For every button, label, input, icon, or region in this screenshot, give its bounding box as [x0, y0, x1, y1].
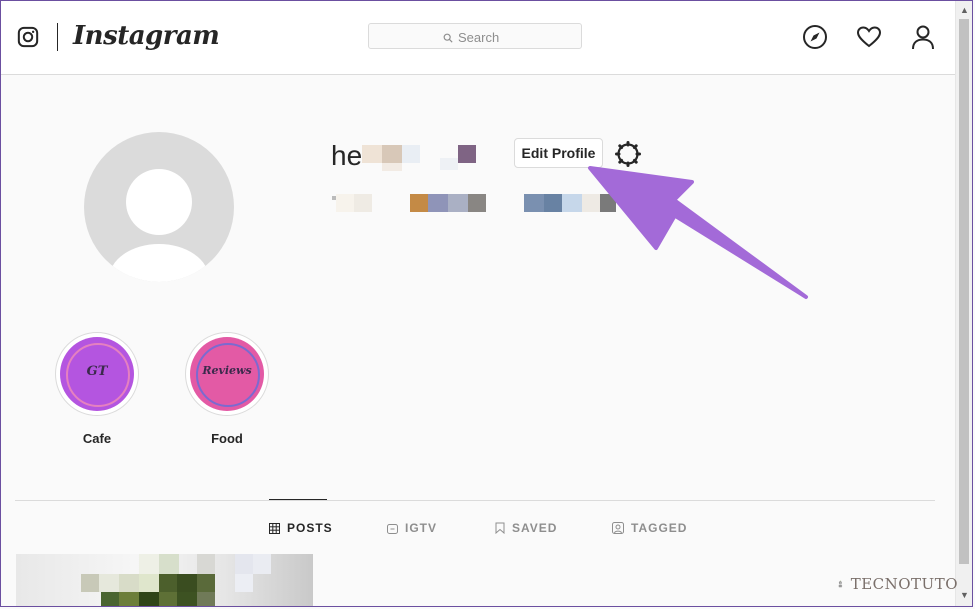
tabs-divider: [15, 500, 935, 501]
highlight-cover[interactable]: GT: [55, 332, 139, 416]
tab-igtv[interactable]: IGTV: [387, 521, 437, 535]
tag-icon: [612, 522, 624, 534]
header-divider: [57, 23, 58, 51]
search-input[interactable]: Search: [368, 23, 582, 49]
instagram-glyph-icon[interactable]: [17, 26, 39, 48]
bookmark-icon: [495, 522, 505, 534]
svg-text:@: @: [839, 582, 841, 584]
highlight-label: Food: [211, 431, 243, 446]
watermark-text: TECNOTUTO: [850, 575, 958, 593]
compass-icon[interactable]: [802, 24, 828, 50]
highlight-cover-text: Reviews: [202, 364, 252, 377]
tab-saved[interactable]: SAVED: [495, 521, 557, 535]
instagram-wordmark[interactable]: Instagram: [73, 21, 220, 51]
avatar-placeholder-head: [126, 169, 192, 235]
tab-label: TAGGED: [631, 521, 688, 535]
tab-tagged[interactable]: TAGGED: [612, 521, 687, 535]
top-nav-bar: Instagram Search: [1, 1, 955, 75]
highlight-label: Cafe: [82, 431, 112, 446]
annotation-arrow: [588, 166, 808, 299]
active-tab-indicator: [269, 499, 327, 500]
profile-avatar[interactable]: [84, 132, 234, 282]
search-icon: [443, 33, 453, 43]
highlight-cover[interactable]: Reviews: [185, 332, 269, 416]
avatar-placeholder-body: [109, 244, 209, 282]
scrollbar[interactable]: ▲ ▼: [955, 1, 973, 606]
search-placeholder: Search: [458, 30, 500, 45]
grid-icon: [269, 522, 280, 534]
highlight-cover-image: Reviews: [190, 337, 264, 411]
highlight-cafe[interactable]: GT Cafe: [55, 332, 139, 446]
heart-icon[interactable]: [856, 24, 882, 50]
window-frame: [0, 0, 973, 607]
igtv-icon: [387, 523, 398, 534]
highlight-food[interactable]: Reviews Food: [185, 332, 269, 446]
profile-username: he: [331, 140, 363, 171]
profile-icon[interactable]: [910, 24, 936, 50]
scroll-up-arrow-icon[interactable]: ▲: [960, 5, 969, 15]
tab-label: IGTV: [405, 521, 438, 535]
scrollbar-thumb[interactable]: [959, 19, 969, 564]
tab-label: POSTS: [287, 521, 333, 535]
highlight-cover-image: GT: [60, 337, 134, 411]
tab-label: SAVED: [512, 521, 558, 535]
watermark-logo-icon: @: [838, 580, 843, 588]
highlight-cover-text: GT: [86, 364, 108, 379]
tab-posts[interactable]: POSTS: [269, 521, 333, 535]
post-thumbnail[interactable]: [16, 554, 313, 607]
watermark: @ TECNOTUTO: [838, 561, 958, 607]
scroll-down-arrow-icon[interactable]: ▼: [960, 590, 969, 600]
